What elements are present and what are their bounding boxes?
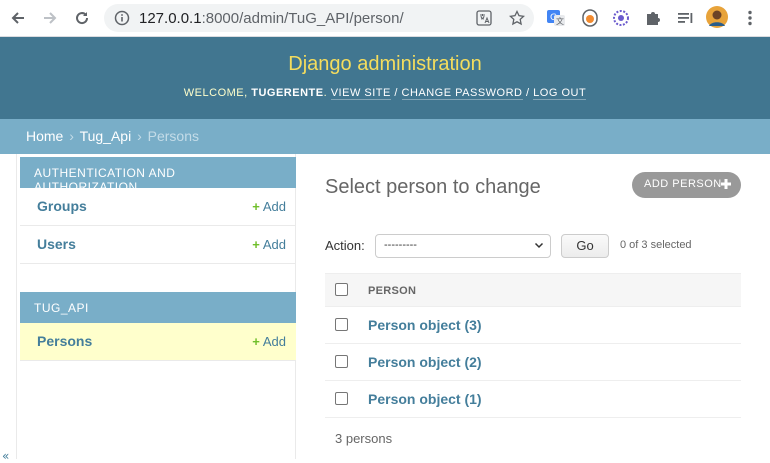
change-password-link[interactable]: CHANGE PASSWORD xyxy=(401,87,523,100)
row-checkbox[interactable] xyxy=(335,318,348,331)
add-person-button[interactable]: ADD PERSON xyxy=(632,172,741,198)
column-header-person[interactable]: PERSON xyxy=(368,285,416,297)
breadcrumb-separator: › xyxy=(137,128,142,144)
table-row: Person object (3) xyxy=(325,307,741,344)
url-text: 127.0.0.1:8000/admin/TuG_API/person/ xyxy=(139,10,404,27)
result-list: PERSON Person object (3) Person object (… xyxy=(325,273,741,418)
add-groups-link[interactable]: + Add xyxy=(252,199,286,214)
admin-header: Django administration WELCOME, TUGERENTE… xyxy=(0,37,770,119)
back-icon[interactable] xyxy=(8,8,28,28)
action-select[interactable]: --------- xyxy=(375,234,551,258)
table-header: PERSON xyxy=(325,273,741,307)
paginator: 3 persons xyxy=(335,431,393,446)
sidebar-item-users: Users + Add xyxy=(20,226,296,264)
add-person-label: ADD PERSON xyxy=(644,178,722,190)
google-translate-extension-icon[interactable]: G文 xyxy=(546,8,566,28)
username: TUGERENTE xyxy=(251,87,324,99)
add-label: Add xyxy=(262,237,286,252)
breadcrumb-current: Persons xyxy=(147,128,199,144)
sidebar-item-groups: Groups + Add xyxy=(20,188,296,226)
add-label: Add xyxy=(262,199,286,214)
avatar[interactable] xyxy=(706,6,728,28)
forward-icon[interactable] xyxy=(40,8,60,28)
welcome-text: WELCOME, xyxy=(183,87,252,99)
reload-icon[interactable] xyxy=(72,8,92,28)
log-out-link[interactable]: LOG OUT xyxy=(533,87,587,100)
plus-icon xyxy=(720,178,732,190)
extension-orange-icon[interactable] xyxy=(580,8,600,28)
add-users-link[interactable]: + Add xyxy=(252,237,286,252)
page-title: Select person to change xyxy=(325,176,541,198)
translate-icon[interactable] xyxy=(476,10,492,26)
plus-icon: + xyxy=(252,334,260,349)
separator: / xyxy=(390,87,402,99)
person-link[interactable]: Person object (2) xyxy=(368,354,482,370)
nav-sidebar: AUTHENTICATION AND AUTHORIZATION Groups … xyxy=(16,154,296,459)
add-label: Add xyxy=(262,334,286,349)
person-link[interactable]: Person object (1) xyxy=(368,391,482,407)
breadcrumb-home[interactable]: Home xyxy=(26,128,63,144)
selected-count: 0 of 3 selected xyxy=(620,239,692,251)
module-caption-auth[interactable]: AUTHENTICATION AND AUTHORIZATION xyxy=(20,157,296,194)
plus-icon: + xyxy=(252,237,260,252)
select-all-checkbox[interactable] xyxy=(335,283,348,296)
table-row: Person object (1) xyxy=(325,381,741,418)
browser-toolbar: 127.0.0.1:8000/admin/TuG_API/person/ G文 xyxy=(0,0,770,37)
action-selected-value: --------- xyxy=(384,239,417,251)
sidebar-toggle-icon[interactable]: « xyxy=(2,449,9,463)
menu-icon[interactable] xyxy=(740,8,760,28)
chevron-down-icon xyxy=(534,240,544,253)
address-bar[interactable]: 127.0.0.1:8000/admin/TuG_API/person/ xyxy=(104,4,534,32)
site-branding[interactable]: Django administration xyxy=(0,53,770,76)
sidebar-link-users[interactable]: Users xyxy=(37,236,76,252)
plus-icon: + xyxy=(252,199,260,214)
sidebar-item-persons: Persons + Add xyxy=(20,323,296,361)
person-link[interactable]: Person object (3) xyxy=(368,317,482,333)
puzzle-icon[interactable] xyxy=(643,8,663,28)
auth-module: AUTHENTICATION AND AUTHORIZATION Groups … xyxy=(20,157,296,264)
table-row: Person object (2) xyxy=(325,344,741,381)
info-icon[interactable] xyxy=(114,10,130,30)
row-checkbox[interactable] xyxy=(335,392,348,405)
go-button[interactable]: Go xyxy=(561,234,609,258)
svg-text:文: 文 xyxy=(556,16,564,26)
breadcrumb: Home › Tug_Api › Persons xyxy=(0,119,770,154)
bookmark-star-icon[interactable] xyxy=(508,9,526,26)
user-tools: WELCOME, TUGERENTE. VIEW SITE / CHANGE P… xyxy=(0,87,770,100)
sidebar-link-groups[interactable]: Groups xyxy=(37,198,87,214)
reading-list-icon[interactable] xyxy=(675,8,695,28)
add-persons-link[interactable]: + Add xyxy=(252,334,286,349)
breadcrumb-app[interactable]: Tug_Api xyxy=(80,128,132,144)
view-site-link[interactable]: VIEW SITE xyxy=(330,87,391,100)
tug-api-module: TUG_API Persons + Add xyxy=(20,292,296,361)
separator: / xyxy=(522,87,534,99)
extension-purple-icon[interactable] xyxy=(611,8,631,28)
welcome-period: . xyxy=(323,87,331,99)
breadcrumb-separator: › xyxy=(69,128,74,144)
row-checkbox[interactable] xyxy=(335,355,348,368)
sidebar-link-persons[interactable]: Persons xyxy=(37,333,92,349)
action-label: Action: xyxy=(325,238,365,253)
module-caption-tug-api[interactable]: TUG_API xyxy=(20,292,296,323)
